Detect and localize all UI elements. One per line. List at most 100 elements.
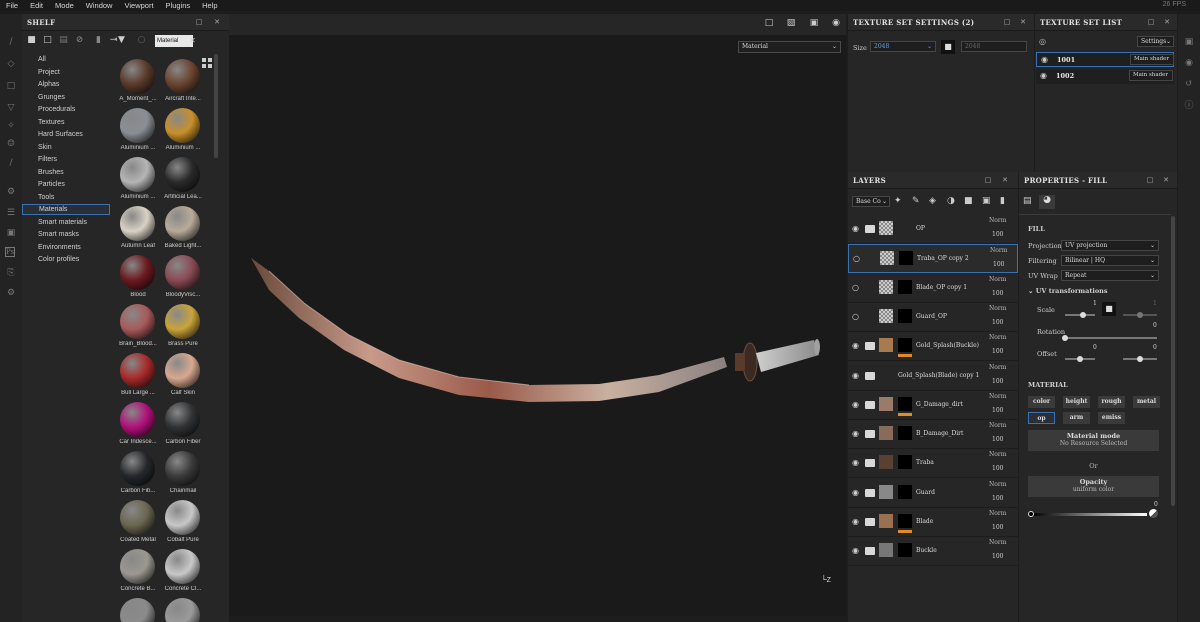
picker-icon[interactable]: ∕ <box>5 157 17 169</box>
delete-layer-icon[interactable]: ▮ <box>1000 196 1005 206</box>
layers-icon[interactable]: ☰ <box>5 207 17 219</box>
eye-icon[interactable]: ◉ <box>852 458 862 467</box>
category-color-profiles[interactable]: Color profiles <box>22 254 110 265</box>
layer-row[interactable]: ◉ Traba Norm 100 <box>848 449 1018 479</box>
menu-help[interactable]: Help <box>196 1 223 10</box>
layer-opacity[interactable]: 100 <box>992 553 1003 560</box>
add-paint-layer-icon[interactable]: ✎ <box>912 196 920 206</box>
category-project[interactable]: Project <box>22 67 110 78</box>
db-icon[interactable]: ▤ <box>58 35 69 46</box>
opacity-slider[interactable] <box>1031 513 1147 516</box>
layer-row[interactable]: ◉ Guard Norm 100 <box>848 478 1018 508</box>
scale-slider-2-knob[interactable] <box>1137 312 1143 318</box>
material-thumbnail[interactable]: Aluminium ... <box>162 106 204 155</box>
menu-window[interactable]: Window <box>80 1 119 10</box>
color-picker-icon[interactable] <box>1149 509 1158 518</box>
trash-icon[interactable]: ▮ <box>93 35 104 46</box>
layer-opacity[interactable]: 100 <box>992 407 1003 414</box>
channel-metal-button[interactable]: metal <box>1133 396 1160 408</box>
menu-edit[interactable]: Edit <box>24 1 49 10</box>
layer-row[interactable]: ○ Guard_OP Norm 100 <box>848 302 1018 332</box>
category-procedurals[interactable]: Procedurals <box>22 104 110 115</box>
blend-mode[interactable]: Norm <box>989 217 1006 224</box>
menu-mode[interactable]: Mode <box>49 1 80 10</box>
category-environments[interactable]: Environments <box>22 242 110 253</box>
material-tab-icon[interactable]: ◕ <box>1039 195 1055 209</box>
rotation-slider-knob[interactable] <box>1062 335 1068 341</box>
material-thumbnail[interactable]: Carbon Fiber <box>162 400 204 449</box>
maximize-icon[interactable]: □ <box>194 17 204 27</box>
scale-slider-knob[interactable] <box>1080 312 1086 318</box>
lock-icon[interactable]: ■ <box>941 40 955 54</box>
circle-icon[interactable]: ○ <box>136 35 147 46</box>
channel-arm-button[interactable]: arm <box>1063 412 1090 424</box>
shelf-scrollbar[interactable] <box>214 54 218 158</box>
layer-row[interactable]: ○ Blade_OP copy 1 Norm 100 <box>848 273 1018 303</box>
channel-rough-button[interactable]: rough <box>1098 396 1125 408</box>
material-thumbnail[interactable]: Concrete Cl... <box>162 547 204 596</box>
material-thumbnail[interactable]: Artificial Lea... <box>162 155 204 204</box>
blend-mode[interactable]: Norm <box>990 247 1007 254</box>
category-materials[interactable]: Materials <box>22 204 110 215</box>
category-particles[interactable]: Particles <box>22 179 110 190</box>
category-hard-surfaces[interactable]: Hard Surfaces <box>22 129 110 140</box>
shader-select[interactable]: Main shader <box>1129 70 1173 81</box>
layer-row[interactable]: ◉ Gold_Splash(Buckle) Norm 100 <box>848 332 1018 362</box>
blend-mode[interactable]: Norm <box>989 539 1006 546</box>
channel-emiss-button[interactable]: emiss <box>1098 412 1125 424</box>
material-thumbnail[interactable]: Coated Metal <box>117 498 159 547</box>
shader-select[interactable]: Main shader <box>1130 54 1174 65</box>
layer-opacity[interactable]: 100 <box>992 231 1003 238</box>
material-thumbnail[interactable]: Concrete B... <box>117 547 159 596</box>
layer-opacity[interactable]: 100 <box>992 465 1003 472</box>
eye-icon[interactable]: ◉ <box>852 400 862 409</box>
blend-mode[interactable]: Norm <box>989 451 1006 458</box>
info-icon[interactable]: ⓘ <box>1183 100 1195 112</box>
eraser-icon[interactable]: ◇ <box>5 58 17 70</box>
category-tools[interactable]: Tools <box>22 192 110 203</box>
layer-row[interactable]: ◉ G_Damage_dirt Norm 100 <box>848 390 1018 420</box>
fill-tab-icon[interactable]: ▤ <box>1023 196 1032 206</box>
projection-icon[interactable]: □ <box>5 80 17 92</box>
maximize-icon[interactable]: □ <box>1002 17 1012 27</box>
layer-opacity[interactable]: 100 <box>992 378 1003 385</box>
settings-icon[interactable]: ⚙ <box>5 186 17 198</box>
layer-row[interactable]: ◉ B_Damage_Dirt Norm 100 <box>848 420 1018 450</box>
eye-icon[interactable]: ◉ <box>852 224 862 233</box>
layer-opacity[interactable]: 100 <box>992 319 1003 326</box>
layer-opacity[interactable]: 100 <box>992 436 1003 443</box>
category-brushes[interactable]: Brushes <box>22 167 110 178</box>
layer-row[interactable]: ◉ Gold_Splash(Blade) copy 1 Norm 100 <box>848 361 1018 391</box>
blend-mode[interactable]: Norm <box>989 364 1006 371</box>
size-field-2[interactable]: 2048 <box>961 41 1027 52</box>
filter-icon[interactable]: ▼ <box>116 35 127 46</box>
maximize-icon[interactable]: □ <box>1145 175 1155 185</box>
scale-lock-icon[interactable]: ■ <box>1102 302 1116 316</box>
material-thumbnail[interactable]: Blood <box>117 253 159 302</box>
material-thumbnail[interactable]: Brass Pure <box>162 302 204 351</box>
add-effect-icon[interactable]: ✦ <box>894 196 902 206</box>
menu-viewport[interactable]: Viewport <box>118 1 159 10</box>
clone-icon[interactable]: ☺ <box>5 138 17 150</box>
channel-height-button[interactable]: height <box>1063 396 1090 408</box>
eye-icon[interactable]: ◉ <box>852 341 862 350</box>
close-icon[interactable]: ✕ <box>1162 17 1172 27</box>
material-thumbnail[interactable]: BloodyVisc... <box>162 253 204 302</box>
props-scrollbar[interactable] <box>1171 216 1175 506</box>
category-textures[interactable]: Textures <box>22 117 110 128</box>
history-icon[interactable]: ↺ <box>1183 78 1195 90</box>
category-all[interactable]: All <box>22 54 110 65</box>
polygon-fill-icon[interactable]: ▽ <box>5 102 17 114</box>
close-icon[interactable]: ✕ <box>1000 175 1010 185</box>
eye-icon[interactable]: ◉ <box>1041 55 1048 64</box>
add-fill-layer-icon[interactable]: ◈ <box>929 196 936 206</box>
eye-icon[interactable]: ◉ <box>852 517 862 526</box>
eye-hidden-icon[interactable]: ○ <box>852 283 862 292</box>
channel-color-button[interactable]: color <box>1028 396 1055 408</box>
blend-mode[interactable]: Norm <box>989 276 1006 283</box>
clear-search-icon[interactable]: ✕ <box>187 35 198 46</box>
material-thumbnail[interactable] <box>117 596 159 622</box>
new-file-icon[interactable]: □ <box>42 35 53 46</box>
material-thumbnail[interactable]: Aluminium ... <box>117 155 159 204</box>
material-thumbnail[interactable]: Baked Light... <box>162 204 204 253</box>
